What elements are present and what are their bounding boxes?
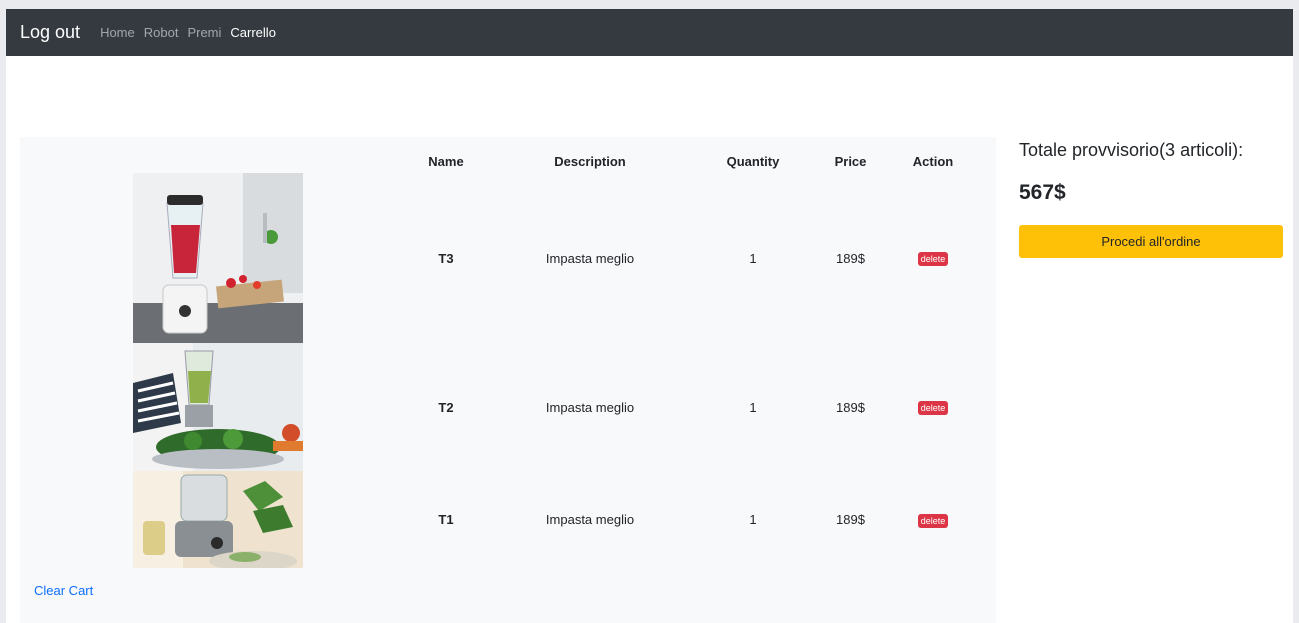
order-summary: Totale provvisorio(3 articoli): 567$ Pro…: [1019, 137, 1287, 258]
nav-link-home[interactable]: Home: [100, 25, 135, 40]
table-header-row: Name Description Quantity Price Action: [20, 149, 973, 173]
product-image-food-processor: [133, 471, 303, 568]
summary-total: 567$: [1019, 181, 1066, 204]
item-description: Impasta meglio: [545, 512, 635, 527]
item-description: Impasta meglio: [545, 250, 635, 266]
item-price: 189$: [836, 512, 865, 527]
column-header-price: Price: [834, 153, 867, 169]
column-header-quantity: Quantity: [726, 153, 780, 169]
item-action-cell: delete: [893, 343, 973, 471]
item-name: T3: [438, 250, 454, 266]
delete-button[interactable]: delete: [917, 252, 949, 266]
nav-link-robot[interactable]: Robot: [144, 25, 179, 40]
product-image-cell: [20, 471, 410, 568]
column-header-action: Action: [912, 153, 954, 169]
nav-link-carrello[interactable]: Carrello: [230, 25, 276, 40]
item-action-cell: delete: [893, 471, 973, 568]
item-price: 189$: [836, 250, 865, 266]
column-header-name: Name: [428, 153, 464, 169]
item-quantity: 1: [749, 250, 757, 266]
logout-link[interactable]: Log out: [20, 22, 80, 43]
summary-title: Totale provvisorio(3 articoli):: [1019, 140, 1244, 160]
delete-button[interactable]: delete: [917, 401, 949, 415]
item-name: T1: [438, 512, 454, 527]
column-header-description: Description: [554, 153, 626, 169]
cart-table: Name Description Quantity Price Action T…: [20, 149, 973, 568]
item-quantity: 1: [749, 512, 757, 527]
item-quantity: 1: [749, 399, 757, 415]
cart-panel: Name Description Quantity Price Action T…: [20, 137, 996, 623]
product-image-blender-vegetables: [133, 343, 303, 471]
item-name: T2: [438, 399, 454, 415]
product-image-cell: [20, 343, 410, 471]
table-row: T3 Impasta meglio 1 189$ delete: [20, 173, 973, 343]
product-image-cell: [20, 173, 410, 343]
item-description: Impasta meglio: [545, 399, 635, 415]
product-image-blender: [133, 173, 303, 343]
table-row: T1 Impasta meglio 1 189$ delete: [20, 471, 973, 568]
clear-cart-link[interactable]: Clear Cart: [34, 583, 93, 598]
image-column-header: [20, 149, 410, 173]
proceed-to-order-button[interactable]: Procedi all'ordine: [1019, 225, 1283, 258]
navbar: Log out Home Robot Premi Carrello: [6, 9, 1293, 56]
nav-link-premi[interactable]: Premi: [187, 25, 221, 40]
page: Log out Home Robot Premi Carrello Name D…: [6, 9, 1293, 623]
item-action-cell: delete: [893, 173, 973, 343]
delete-button[interactable]: delete: [917, 513, 949, 528]
item-price: 189$: [836, 399, 865, 415]
table-row: T2 Impasta meglio 1 189$ delete: [20, 343, 973, 471]
